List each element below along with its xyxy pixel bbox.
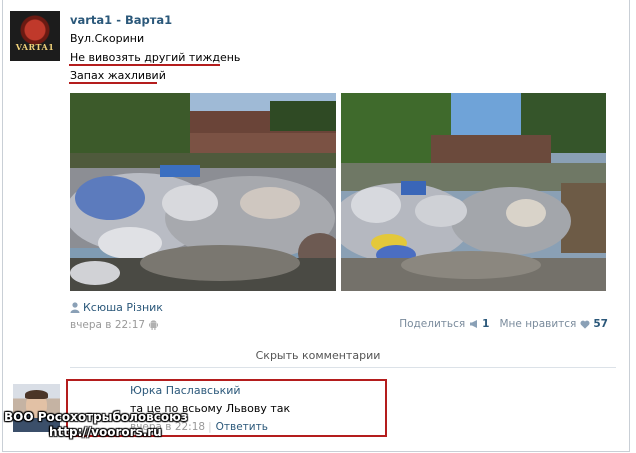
photo-signer[interactable]: Ксюша Різник [70,301,163,314]
post-text-line-2: Не вивозять другий тиждень [70,51,241,64]
watermark-line-2: http://voorors.ru [49,425,162,439]
comments-divider [70,367,616,368]
android-icon [149,320,159,330]
red-underline-1 [69,64,220,66]
comment-meta-separator: | [208,421,212,433]
post-actions: Поделиться 1 Мне нравится 57 [399,318,608,330]
post-photo-1[interactable] [70,93,336,291]
heart-icon [580,320,590,329]
hide-comments-link[interactable]: Скрыть комментарии [0,349,636,362]
share-label: Поделиться [399,318,466,330]
post-photo-2[interactable] [341,93,606,291]
comment-author[interactable]: Юрка Паславський [130,384,241,397]
post-text-line-3: Запах жахливий [70,69,166,82]
megaphone-icon [470,320,478,328]
post-meta: вчера в 22:17 [70,319,159,331]
author-avatar[interactable]: VARTA1 [10,11,60,61]
like-count: 57 [593,318,608,330]
red-underline-2 [69,82,157,84]
post-text-line-1: Вул.Скорини [70,32,145,45]
share-count: 1 [482,318,490,330]
comment-reply-link[interactable]: Ответить [216,421,268,433]
avatar-logo-text: VARTA1 [15,42,55,52]
like-button[interactable]: Мне нравится 57 [499,318,608,330]
post-author-link[interactable]: varta1 - Варта1 [70,13,172,27]
signer-name: Ксюша Різник [83,301,163,314]
post-time[interactable]: вчера в 22:17 [70,319,145,331]
person-icon [70,302,80,313]
share-button[interactable]: Поделиться 1 [399,318,489,330]
like-label: Мне нравится [499,318,577,330]
commenter-hair [25,390,48,399]
watermark-line-1: ВОО Росохотрыболовсоюз [4,410,188,424]
